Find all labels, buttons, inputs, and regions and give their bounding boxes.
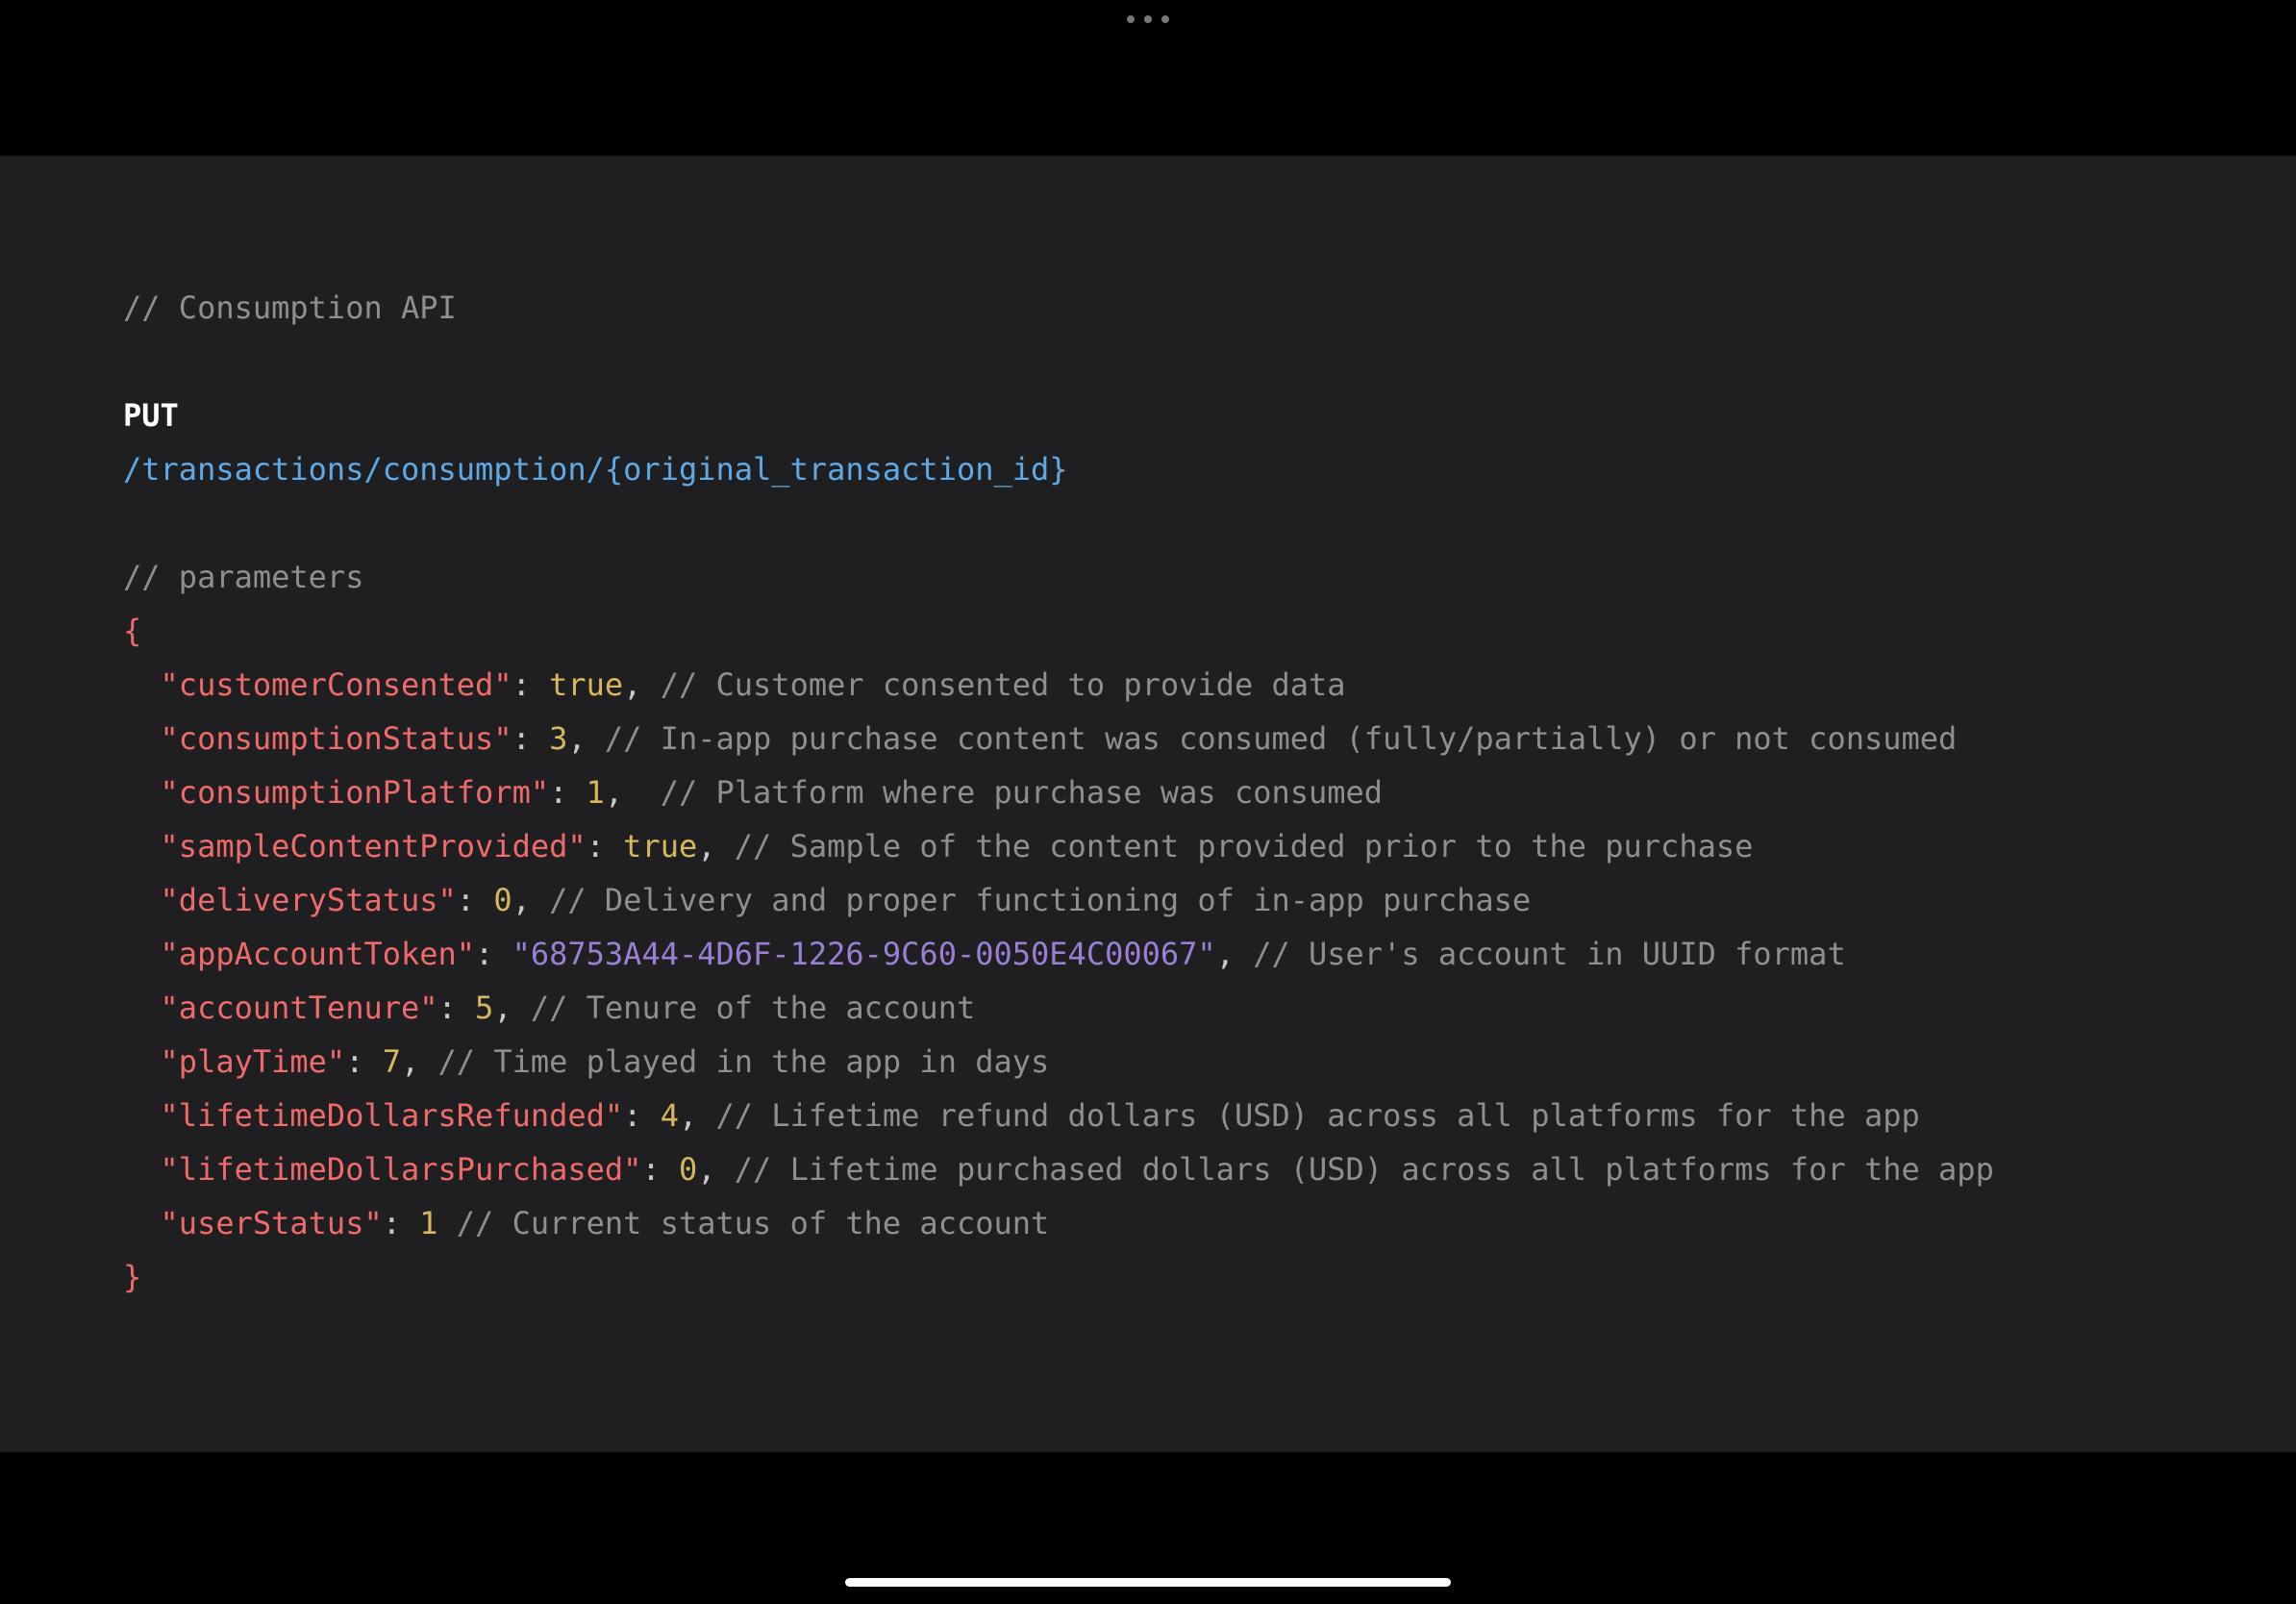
inline-comment: // In-app purchase content was consumed … [605,720,1957,757]
status-bar [0,0,2296,38]
letterbox-bottom [0,1452,2296,1604]
inline-comment: // Delivery and proper functioning of in… [549,882,1531,918]
json-value: 4 [661,1097,679,1134]
inline-comment: // User's account in UUID format [1253,936,1846,972]
inline-comment: // Lifetime refund dollars (USD) across … [716,1097,1920,1134]
comma: , [697,828,715,865]
colon: : [623,1097,661,1134]
json-value: 0 [679,1151,697,1188]
home-indicator[interactable] [845,1578,1451,1587]
http-method: PUT [123,397,179,434]
comma: , [679,1097,697,1134]
inline-comment: // Time played in the app in days [438,1043,1050,1080]
comma: , [1216,936,1235,972]
colon: : [641,1151,679,1188]
inline-comment: // Lifetime purchased dollars (USD) acro… [735,1151,1994,1188]
json-key: "appAccountToken" [161,936,476,972]
colon: : [383,1205,420,1241]
code-block: // Consumption API PUT /transactions/con… [123,281,2296,1304]
json-value: 1 [419,1205,437,1241]
json-key: "consumptionPlatform" [161,774,550,811]
comma: , [493,990,512,1026]
json-key: "playTime" [161,1043,346,1080]
json-key: "consumptionStatus" [161,720,512,757]
colon: : [438,990,476,1026]
json-value: 3 [549,720,567,757]
colon: : [512,720,550,757]
brace-close: } [123,1259,141,1295]
dot-icon [1144,15,1152,23]
inline-comment: // Platform where purchase was consumed [661,774,1383,811]
inline-comment: // Current status of the account [457,1205,1050,1241]
json-key: "deliveryStatus" [161,882,457,918]
code-panel: // Consumption API PUT /transactions/con… [0,156,2296,1477]
comma: , [605,774,623,811]
json-key: "lifetimeDollarsRefunded" [161,1097,624,1134]
colon: : [512,666,550,703]
json-key: "accountTenure" [161,990,438,1026]
colon: : [475,936,512,972]
inline-comment: // Sample of the content provided prior … [735,828,1754,865]
colon: : [586,828,624,865]
colon: : [457,882,494,918]
comma: , [512,882,531,918]
json-value: 1 [586,774,605,811]
json-value: 0 [493,882,512,918]
json-key: "userStatus" [161,1205,383,1241]
colon: : [549,774,586,811]
parameters-comment: // parameters [123,559,363,595]
json-value: true [623,828,697,865]
inline-comment: // Tenure of the account [531,990,975,1026]
dot-icon [1127,15,1135,23]
json-value: 7 [383,1043,401,1080]
comma: , [697,1151,715,1188]
comma: , [401,1043,419,1080]
comma: , [623,666,641,703]
inline-comment: // Customer consented to provide data [661,666,1346,703]
json-value: true [549,666,623,703]
json-value: 5 [475,990,493,1026]
letterbox-top [0,38,2296,156]
brace-open: { [123,613,141,649]
comma: , [567,720,586,757]
multitask-dots-icon[interactable] [1127,15,1169,23]
colon: : [345,1043,383,1080]
param-lines: "customerConsented": true, // Customer c… [123,666,1994,1241]
http-path: /transactions/consumption/{original_tran… [123,451,1068,488]
api-title-comment: // Consumption API [123,289,457,326]
json-key: "sampleContentProvided" [161,828,586,865]
json-value: "68753A44-4D6F-1226-9C60-0050E4C00067" [512,936,1216,972]
dot-icon [1161,15,1169,23]
json-key: "lifetimeDollarsPurchased" [161,1151,642,1188]
json-key: "customerConsented" [161,666,512,703]
